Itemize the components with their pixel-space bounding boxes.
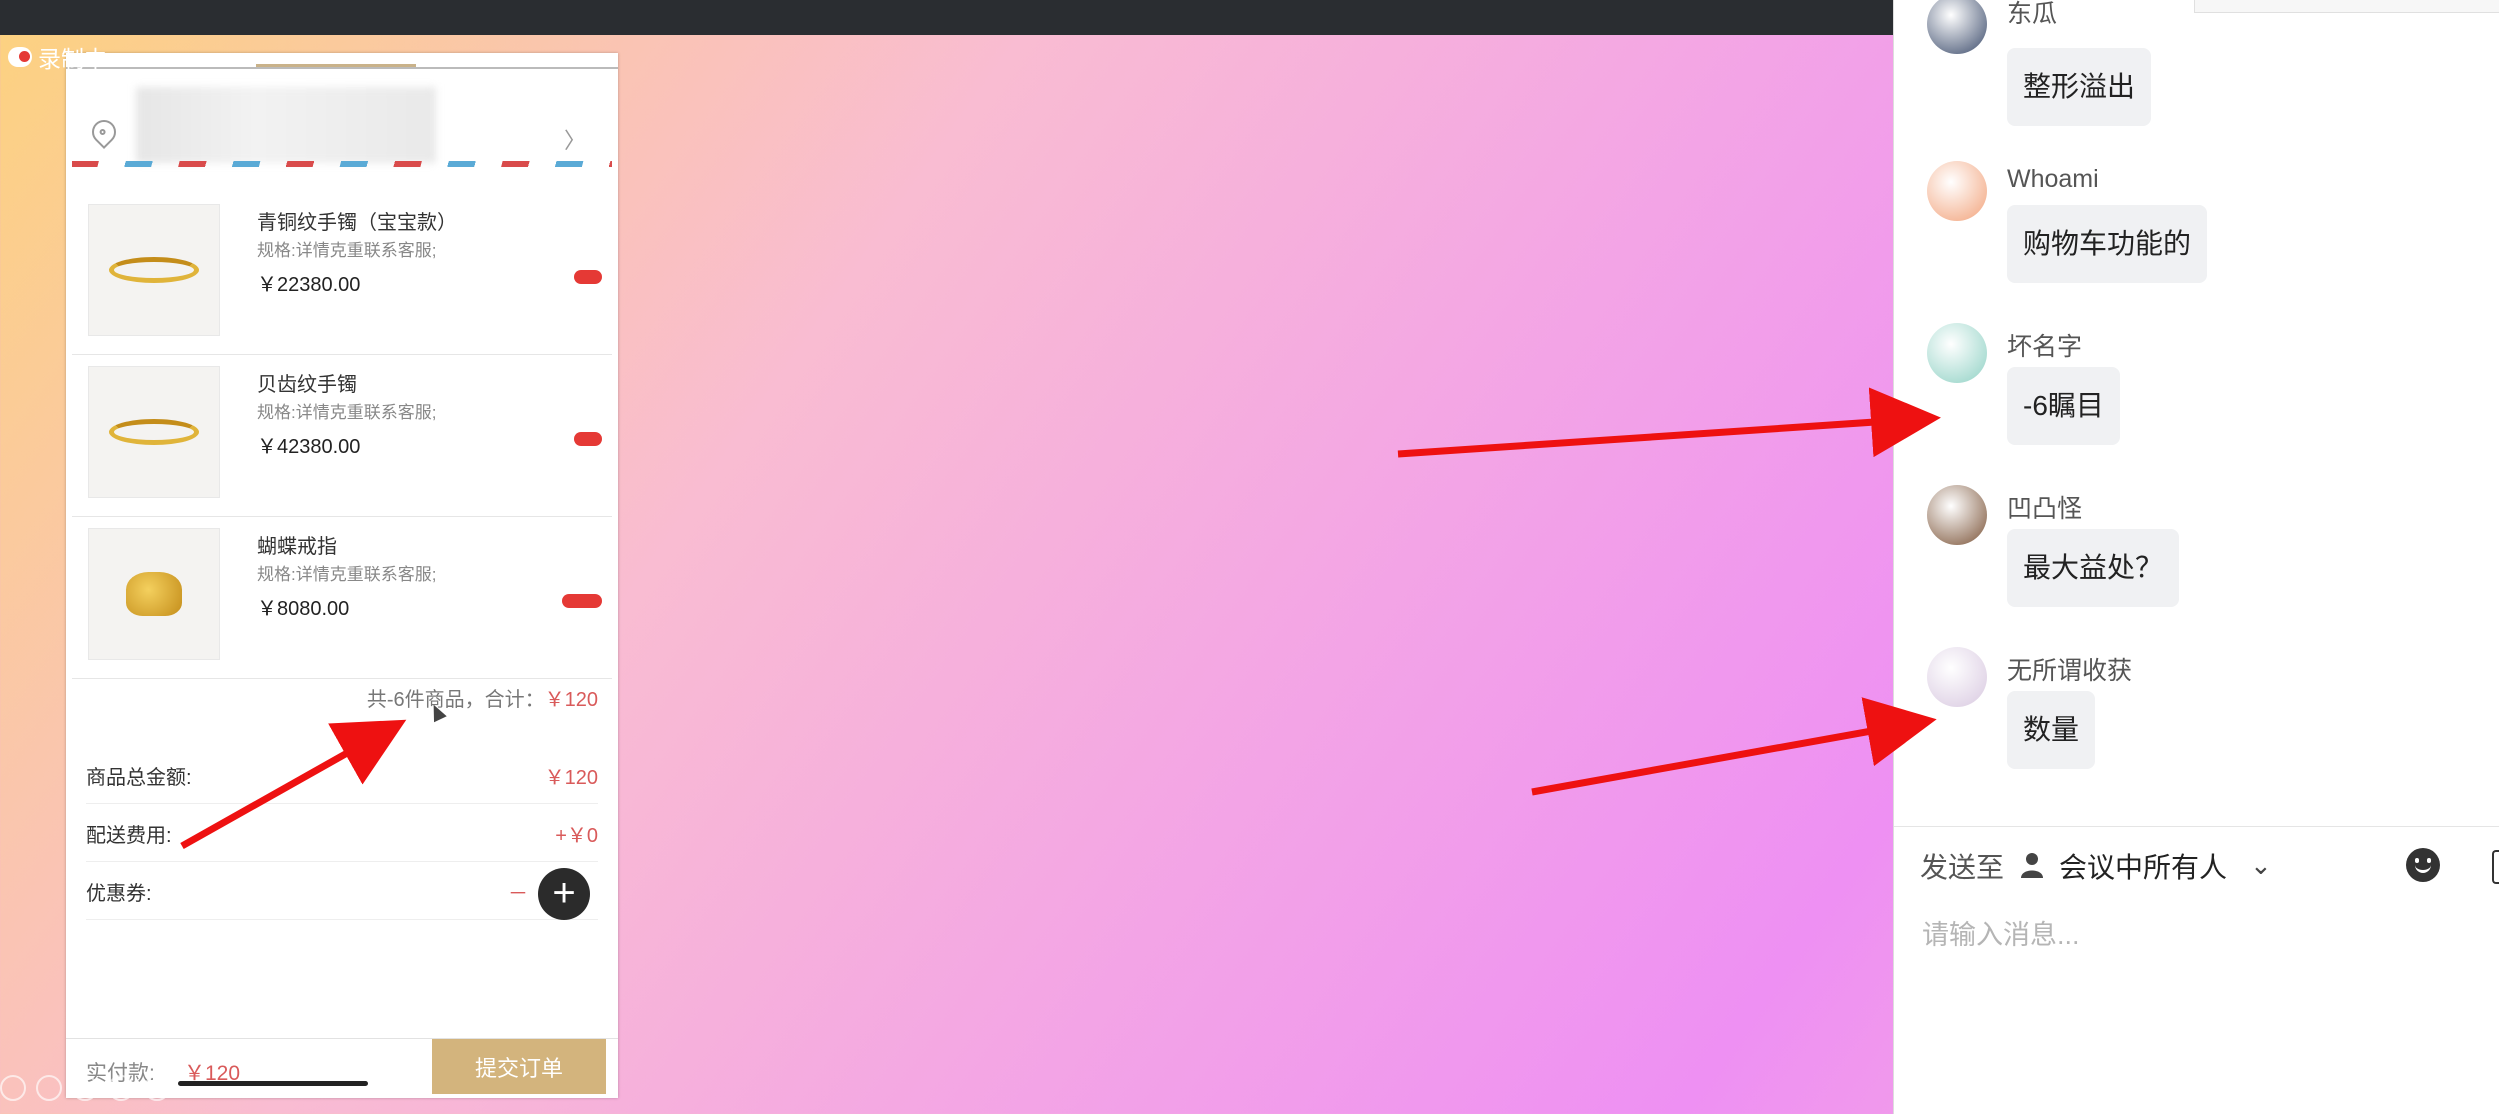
annotation-arrows <box>180 387 1941 850</box>
recording-label: 录制中 <box>38 46 107 72</box>
recording-icon <box>8 47 32 67</box>
annotation-arrow <box>1531 697 1937 796</box>
annotation-arrow <box>180 719 407 850</box>
recording-indicator: 录制中 <box>8 42 107 72</box>
annotation-arrow <box>1397 387 1941 458</box>
